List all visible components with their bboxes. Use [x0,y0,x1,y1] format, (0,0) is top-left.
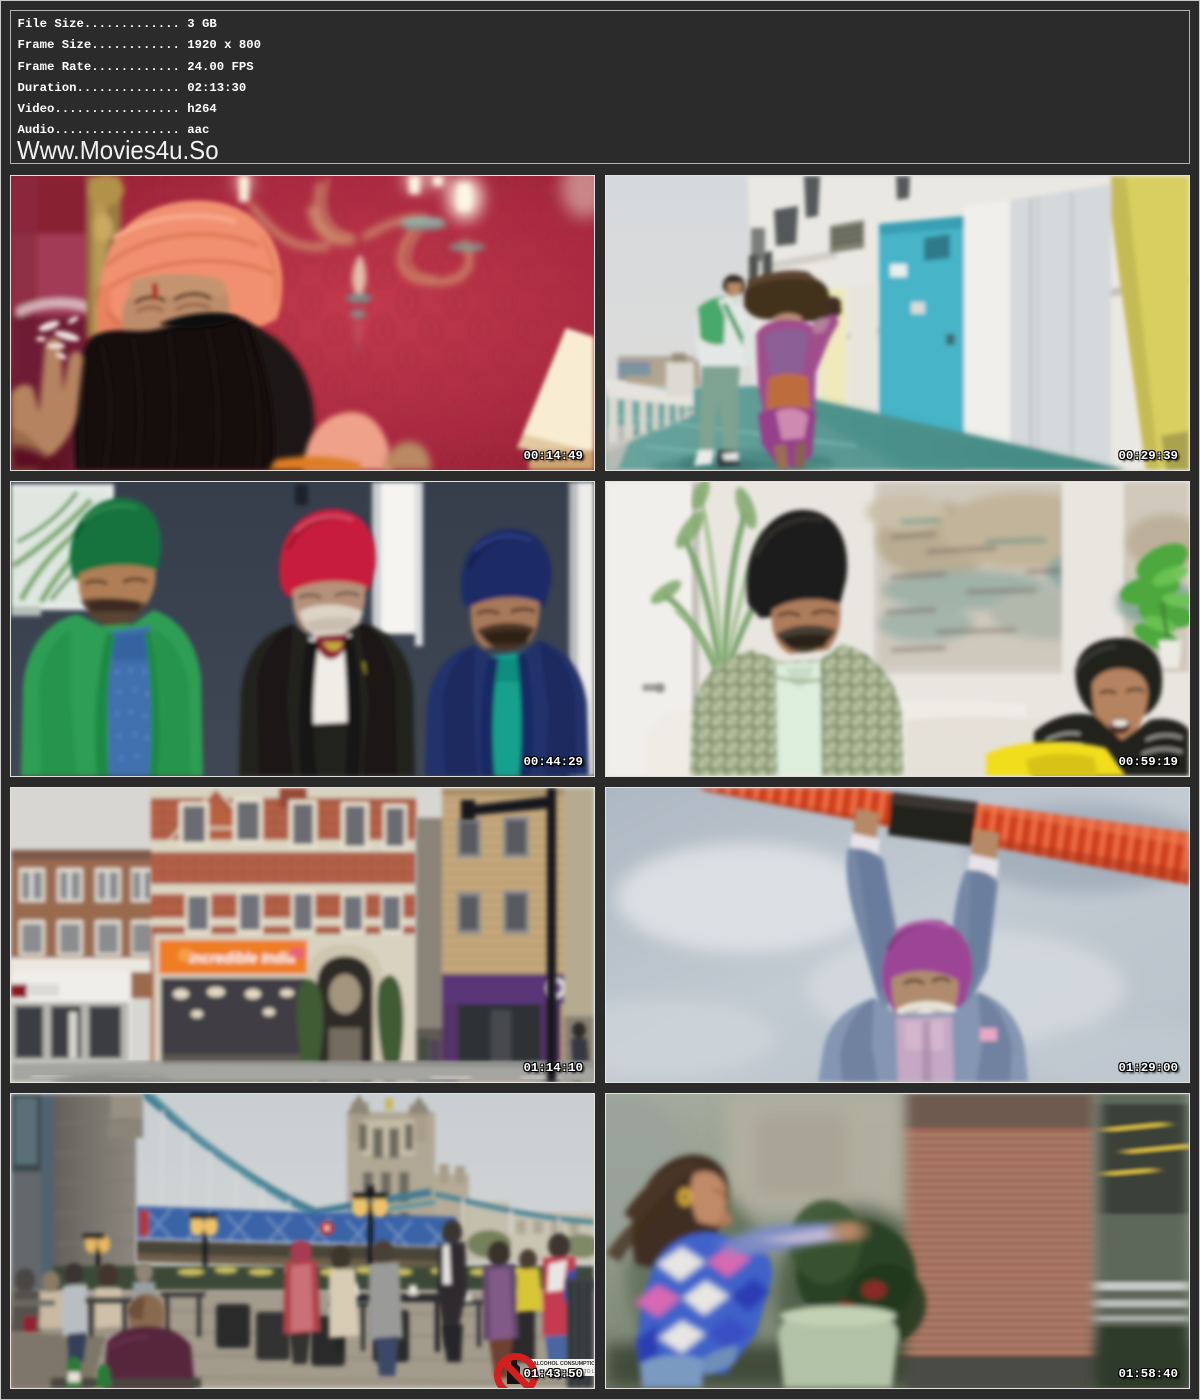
svg-text:Incredible India: Incredible India [189,951,295,967]
